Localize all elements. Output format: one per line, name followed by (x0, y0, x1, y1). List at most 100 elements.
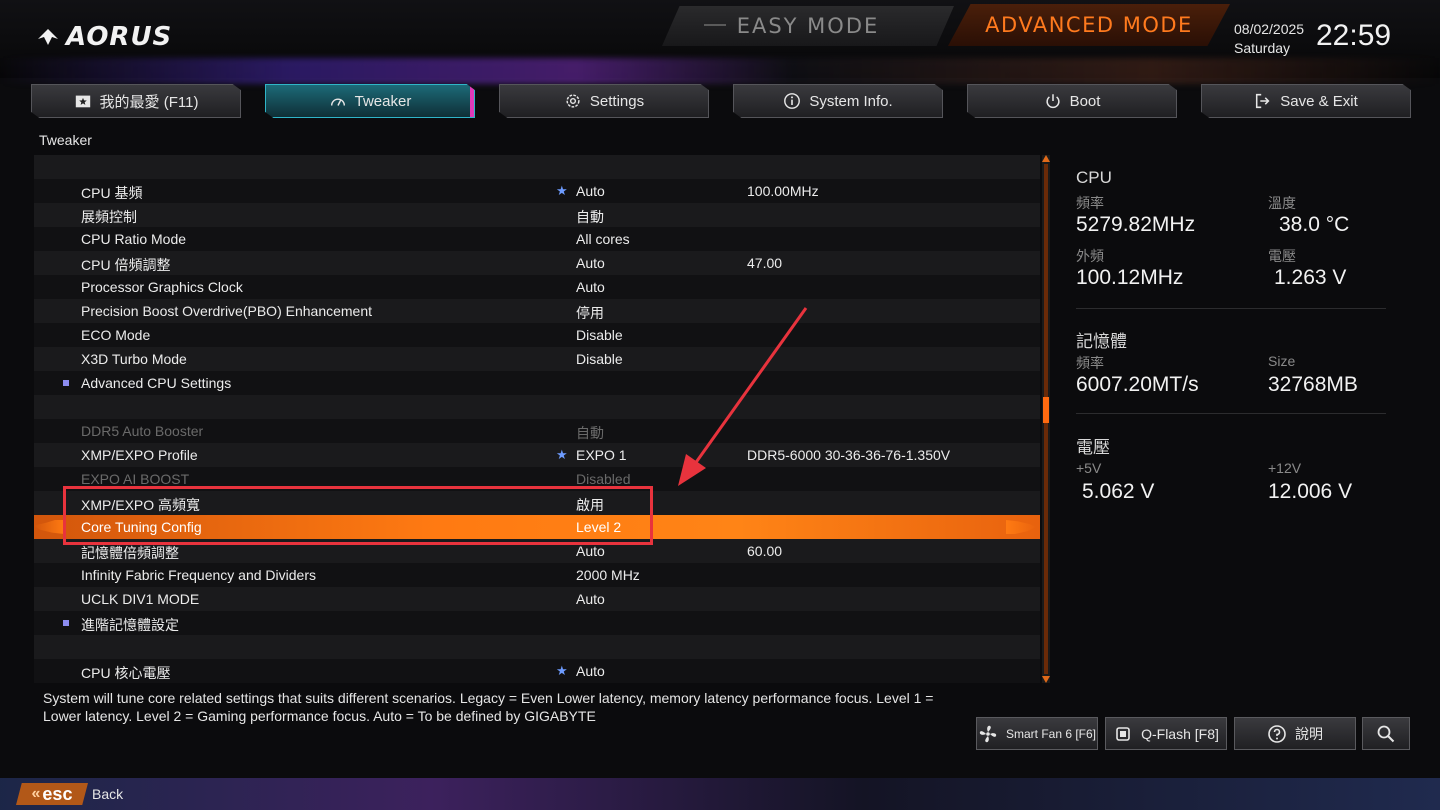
setting-value[interactable]: Auto (576, 255, 605, 271)
settings-row[interactable]: XMP/EXPO Profile ★ EXPO 1 DDR5-6000 30-36-3… (34, 443, 1040, 467)
setting-value[interactable]: 自動 (576, 207, 604, 227)
tab-save-exit[interactable]: Save & Exit (1201, 84, 1411, 118)
setting-name: UCLK DIV1 MODE (81, 591, 200, 607)
setting-value[interactable]: Disable (576, 327, 623, 343)
settings-row[interactable]: X3D Turbo Mode Disable (34, 347, 1040, 371)
scroll-thumb[interactable] (1043, 397, 1049, 423)
tab-label: Tweaker (354, 92, 412, 110)
tab-settings[interactable]: Settings (499, 84, 709, 118)
memory-size-label: Size (1268, 353, 1296, 369)
settings-row[interactable]: UCLK DIV1 MODE Auto (34, 587, 1040, 611)
search-icon (1377, 725, 1395, 742)
settings-row (34, 395, 1040, 419)
scroll-up-icon[interactable] (1042, 155, 1050, 162)
settings-row[interactable]: CPU 基頻 ★ Auto 100.00MHz (34, 179, 1040, 203)
bottom-glow-decoration (0, 778, 1440, 810)
setting-value[interactable]: EXPO 1 (576, 447, 627, 463)
power-icon (1045, 94, 1060, 109)
setting-current-value: 47.00 (747, 255, 783, 271)
setting-value[interactable]: Auto (576, 543, 605, 559)
v12-value: 12.006 V (1268, 480, 1353, 503)
tab-system-info[interactable]: System Info. (733, 84, 943, 118)
cpu-freq-label: 頻率 (1076, 195, 1104, 211)
help-label: 說明 (1295, 725, 1323, 742)
date-text: 08/02/2025 (1234, 21, 1305, 37)
setting-value[interactable]: Disable (576, 351, 623, 367)
info-icon (784, 93, 801, 109)
setting-name: ECO Mode (81, 327, 151, 343)
setting-name: 展頻控制 (81, 209, 137, 225)
setting-value[interactable]: 2000 MHz (576, 567, 640, 583)
setting-value[interactable]: Auto (576, 663, 605, 679)
favorite-star-icon[interactable]: ★ (556, 447, 568, 463)
esc-label: esc (42, 783, 73, 804)
chip-icon (1116, 726, 1130, 741)
easy-mode-label: EASY MODE (736, 14, 880, 38)
favorite-star-icon[interactable]: ★ (556, 183, 568, 199)
setting-name: Infinity Fabric Frequency and Dividers (81, 567, 316, 583)
setting-name: Processor Graphics Clock (81, 279, 243, 295)
setting-value[interactable]: Auto (576, 279, 605, 295)
cpu-bclk-value: 100.12MHz (1076, 266, 1184, 289)
settings-row[interactable]: DDR5 Auto Booster 自動 (34, 419, 1040, 443)
advanced-mode-button[interactable]: ADVANCED MODE (948, 4, 1230, 46)
advanced-mode-label: ADVANCED MODE (985, 13, 1193, 37)
exit-icon (1256, 93, 1270, 109)
tab-tweaker[interactable]: Tweaker (265, 84, 475, 118)
tab-label: Settings (589, 92, 645, 110)
setting-value[interactable]: Disabled (576, 471, 630, 487)
settings-submenu-row[interactable]: 進階記憶體設定 (34, 611, 1040, 635)
settings-row[interactable]: Processor Graphics Clock Auto (34, 275, 1040, 299)
setting-current-value: 60.00 (747, 543, 783, 559)
v5-value: 5.062 V (1082, 480, 1155, 503)
setting-value[interactable]: Auto (576, 591, 605, 607)
settings-submenu-row[interactable]: Advanced CPU Settings (34, 371, 1040, 395)
settings-row[interactable]: 展頻控制 自動 (34, 203, 1040, 227)
dash-decoration (704, 24, 726, 26)
setting-value[interactable]: All cores (576, 231, 630, 247)
star-folder-icon (75, 95, 90, 108)
setting-name: Precision Boost Overdrive(PBO) Enhanceme… (81, 303, 373, 319)
tab-label: 我的最愛 (F11) (99, 93, 199, 111)
esc-button[interactable]: « esc (16, 783, 88, 805)
setting-value[interactable]: 停用 (576, 303, 604, 323)
scroll-down-icon[interactable] (1042, 676, 1050, 683)
settings-row[interactable]: Precision Boost Overdrive(PBO) Enhanceme… (34, 299, 1040, 323)
setting-value[interactable]: 自動 (576, 423, 604, 443)
settings-row[interactable]: CPU 核心電壓 ★ Auto (34, 659, 1040, 683)
tab-favorites[interactable]: 我的最愛 (F11) (31, 84, 241, 118)
v5-label: +5V (1076, 460, 1102, 476)
tab-boot[interactable]: Boot (967, 84, 1177, 118)
setting-name: XMP/EXPO Profile (81, 447, 198, 463)
setting-value[interactable]: Auto (576, 183, 605, 199)
cpu-volt-label: 電壓 (1268, 248, 1296, 264)
setting-current-value: 100.00MHz (747, 183, 819, 199)
setting-name: 進階記憶體設定 (81, 617, 179, 633)
memory-section-title: 記憶體 (1076, 332, 1127, 351)
setting-name: CPU 核心電壓 (81, 665, 171, 681)
help-button[interactable]: 說明 (1234, 717, 1356, 750)
submenu-bullet-icon (63, 620, 69, 626)
favorite-star-icon[interactable]: ★ (556, 663, 568, 679)
smart-fan-button[interactable]: Smart Fan 6 [F6] (976, 717, 1098, 750)
v12-label: +12V (1268, 460, 1302, 476)
search-button[interactable] (1362, 717, 1410, 750)
aorus-logo: AORUS (36, 22, 172, 52)
settings-row[interactable]: ECO Mode Disable (34, 323, 1040, 347)
section-divider (1076, 413, 1386, 414)
settings-scrollbar[interactable] (1042, 155, 1050, 683)
setting-name: Advanced CPU Settings (81, 375, 232, 391)
annotation-highlight-box (63, 486, 653, 545)
annotation-arrow-icon (678, 307, 808, 486)
settings-row[interactable]: CPU Ratio Mode All cores (34, 227, 1040, 251)
cpu-section-title: CPU (1076, 168, 1112, 187)
setting-name: 記憶體倍頻調整 (81, 545, 179, 561)
submenu-bullet-icon (63, 380, 69, 386)
qflash-button[interactable]: Q-Flash [F8] (1105, 717, 1227, 750)
easy-mode-button[interactable]: EASY MODE (662, 6, 954, 46)
settings-row[interactable]: Infinity Fabric Frequency and Dividers 20… (34, 563, 1040, 587)
setting-name: X3D Turbo Mode (81, 351, 187, 367)
cpu-temp-value: 38.0 °C (1279, 213, 1350, 236)
settings-row[interactable]: CPU 倍頻調整 Auto 47.00 (34, 251, 1040, 275)
cpu-volt-value: 1.263 V (1274, 266, 1347, 289)
